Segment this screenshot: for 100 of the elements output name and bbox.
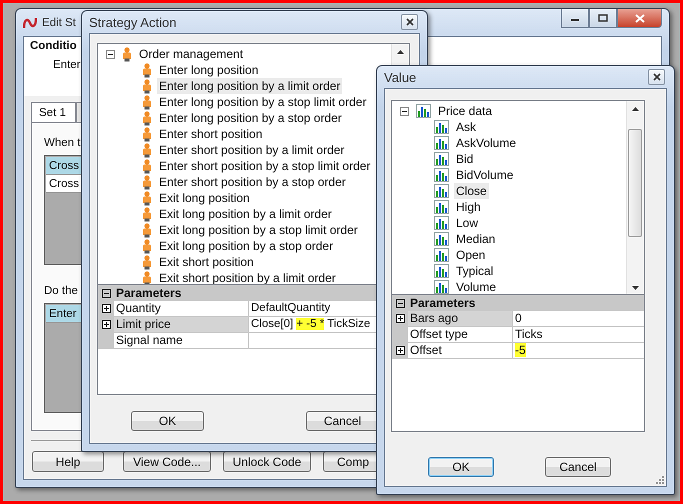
property-name[interactable]: Limit price xyxy=(114,317,249,332)
dialog-button[interactable]: OK xyxy=(131,411,204,431)
tree-item[interactable]: Exit short position xyxy=(157,254,256,270)
tree-item[interactable]: Enter short position by a stop limit order xyxy=(157,158,372,174)
window-title: Edit St xyxy=(42,16,76,28)
property-name[interactable]: Offset xyxy=(408,343,513,358)
close-icon xyxy=(652,73,660,81)
tree-item[interactable]: High xyxy=(454,199,483,215)
close-icon xyxy=(634,14,644,22)
tree-item[interactable]: BidVolume xyxy=(454,167,516,183)
tree-item[interactable]: Price data xyxy=(436,103,494,119)
tree-item[interactable]: Exit long position by a stop order xyxy=(157,238,336,254)
tree-item[interactable]: Typical xyxy=(454,263,496,279)
expand-icon[interactable] xyxy=(396,346,404,355)
dialog-button[interactable]: Cancel xyxy=(545,457,611,477)
scroll-down-icon[interactable] xyxy=(632,286,639,290)
bar-chart-icon xyxy=(434,136,449,150)
tree-item[interactable]: Median xyxy=(454,231,498,247)
property-name[interactable]: Offset type xyxy=(408,327,513,342)
dialog-button[interactable]: Cancel xyxy=(306,411,379,431)
tree-item[interactable]: Enter short position by a stop order xyxy=(157,174,348,190)
figure-icon xyxy=(142,238,152,254)
figure-icon xyxy=(142,142,152,158)
scroll-up-icon[interactable] xyxy=(632,107,639,111)
figure-icon xyxy=(142,62,152,78)
tree-item[interactable]: Enter short position xyxy=(157,126,264,142)
bar-chart-icon xyxy=(434,152,449,166)
scroll-up-icon[interactable] xyxy=(397,50,404,54)
expand-icon[interactable] xyxy=(396,314,404,323)
collapse-icon[interactable] xyxy=(400,106,409,116)
tree-item[interactable]: Exit long position by a stop limit order xyxy=(157,222,360,238)
tree-item[interactable]: Exit long position xyxy=(157,190,252,206)
bar-chart-icon xyxy=(434,168,449,182)
property-name[interactable]: Quantity xyxy=(114,301,249,316)
tree-item[interactable]: Enter long position xyxy=(157,62,260,78)
close-button[interactable] xyxy=(648,69,665,85)
tree-item[interactable]: Volume xyxy=(454,279,498,294)
figure-icon xyxy=(142,222,152,238)
collapse-icon[interactable] xyxy=(396,298,404,308)
dialog-button[interactable]: Help xyxy=(32,451,104,472)
window-title: Value xyxy=(384,70,416,84)
maximize-icon xyxy=(598,14,608,22)
expand-icon[interactable] xyxy=(102,320,110,329)
tab[interactable]: Set 1 xyxy=(31,102,76,122)
tree-item[interactable]: Enter long position by a stop limit order xyxy=(157,94,368,110)
section-title: Parameters xyxy=(115,286,182,300)
logo-icon xyxy=(23,16,37,28)
bar-chart-icon xyxy=(434,216,449,230)
dialog-button[interactable]: OK xyxy=(428,457,494,477)
tree-item[interactable]: Enter long position by a limit order xyxy=(157,78,342,94)
figure-icon xyxy=(142,158,152,174)
condition-label: When t xyxy=(44,137,80,151)
figure-icon xyxy=(142,254,152,270)
tree-item[interactable]: Enter long position by a stop order xyxy=(157,110,344,126)
tree-item[interactable]: Ask xyxy=(454,119,478,135)
property-value[interactable]: Close[0] + -5 * TickSize xyxy=(249,317,370,332)
dialog-button[interactable]: View Code... xyxy=(123,451,211,472)
property-name[interactable]: Signal name xyxy=(114,333,249,348)
bar-chart-icon xyxy=(434,264,449,278)
tree-item[interactable]: Enter short position by a limit order xyxy=(157,142,346,158)
expand-icon[interactable] xyxy=(102,304,110,313)
tree-item[interactable]: Bid xyxy=(454,151,476,167)
tree-item[interactable]: Order management xyxy=(137,46,246,62)
close-button[interactable] xyxy=(401,14,418,30)
property-value[interactable]: DefaultQuantity xyxy=(249,301,330,316)
figure-icon xyxy=(142,270,152,284)
bar-chart-icon xyxy=(434,184,449,198)
bar-chart-icon xyxy=(434,120,449,134)
scroll-thumb[interactable] xyxy=(628,129,642,237)
tree-item[interactable]: Exit long position by a limit order xyxy=(157,206,334,222)
bar-chart-icon xyxy=(434,200,449,214)
close-icon xyxy=(406,18,414,26)
figure-icon xyxy=(142,126,152,142)
bar-chart-icon xyxy=(434,248,449,262)
minimize-button[interactable] xyxy=(561,9,589,28)
property-value[interactable]: -5 xyxy=(513,343,526,358)
figure-icon xyxy=(142,110,152,126)
header-text: Enter xyxy=(53,59,80,71)
property-name[interactable]: Bars ago xyxy=(408,311,513,326)
header-title: Conditio xyxy=(30,40,77,52)
maximize-button[interactable] xyxy=(589,9,617,28)
action-label: Do the xyxy=(44,285,78,299)
figure-icon xyxy=(142,206,152,222)
resize-grip-icon[interactable] xyxy=(656,476,664,484)
figure-icon xyxy=(142,190,152,206)
bar-chart-icon xyxy=(416,104,431,118)
collapse-icon[interactable] xyxy=(102,288,110,298)
tree-item[interactable]: Low xyxy=(454,215,480,231)
tree-item[interactable]: AskVolume xyxy=(454,135,518,151)
figure-icon xyxy=(142,174,152,190)
figure-icon xyxy=(142,78,152,94)
collapse-icon[interactable] xyxy=(106,50,115,58)
scrollbar[interactable] xyxy=(626,101,644,294)
window-title: Strategy Action xyxy=(89,14,176,30)
figure-icon xyxy=(142,94,152,110)
bar-chart-icon xyxy=(434,232,449,246)
tree-item[interactable]: Open xyxy=(454,247,488,263)
tree-item[interactable]: Close xyxy=(454,183,489,199)
bar-chart-icon xyxy=(434,280,449,294)
dialog-button[interactable]: Unlock Code xyxy=(223,451,311,472)
